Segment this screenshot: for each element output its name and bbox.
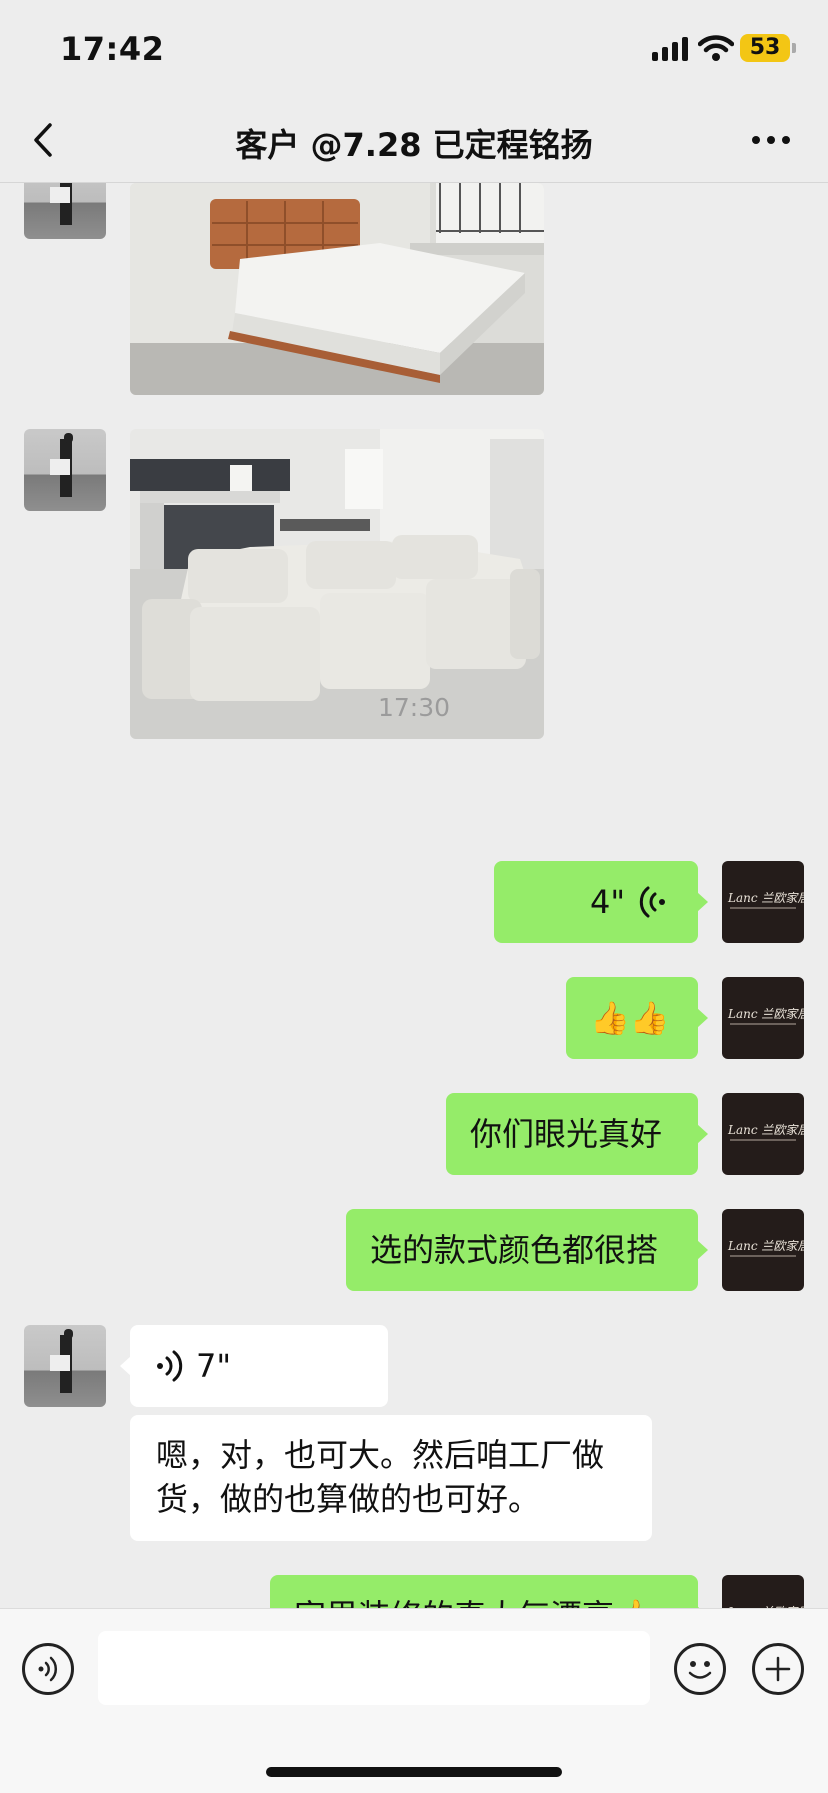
home-indicator[interactable] — [266, 1767, 562, 1777]
customer-avatar[interactable] — [24, 1325, 106, 1407]
more-dots-icon[interactable] — [752, 136, 792, 146]
shop-logo: Lanc 兰欧家居 — [728, 891, 804, 905]
customer-avatar[interactable] — [24, 429, 106, 511]
emoji-icon[interactable] — [674, 1643, 726, 1695]
status-bar: 17:42 53 — [0, 0, 828, 96]
plus-icon[interactable] — [752, 1643, 804, 1695]
message-text: 你们眼光真好 — [470, 1115, 663, 1153]
message-text: 选的款式颜色都很搭 — [370, 1231, 659, 1269]
voice-icon[interactable] — [22, 1643, 74, 1695]
bubble-tail — [697, 1124, 708, 1144]
emoji-message-out[interactable]: 👍👍 — [566, 977, 698, 1059]
shop-avatar[interactable]: Lanc 兰欧家居 — [722, 1209, 804, 1291]
shop-logo: Lanc 兰欧家居 — [728, 1123, 804, 1137]
voice-wave-icon — [639, 886, 665, 918]
shop-avatar[interactable]: Lanc 兰欧家居 — [722, 861, 804, 943]
chat-timestamp: 17:30 — [377, 693, 451, 722]
input-bar — [0, 1608, 828, 1793]
status-time: 17:42 — [60, 30, 165, 68]
bubble-tail — [697, 892, 708, 912]
logo-divider — [730, 1139, 796, 1141]
voice-message-out[interactable]: 4" — [494, 861, 698, 943]
message-text: 家里装修的真大气漂亮👍 — [294, 1597, 654, 1608]
signal-icon — [652, 37, 692, 61]
bed-photo[interactable] — [130, 183, 544, 395]
battery-indicator: 53 — [740, 34, 790, 62]
shop-logo: Lanc 兰欧家居 — [728, 1007, 804, 1021]
text-message-in[interactable]: 嗯，对，也可大。然后咱工厂做货，做的也算做的也可好。 — [130, 1415, 652, 1541]
shop-logo: Lanc 兰欧家居 — [728, 1239, 804, 1253]
customer-avatar[interactable] — [24, 183, 106, 239]
text-message-out[interactable]: 你们眼光真好 — [446, 1093, 698, 1175]
chat-header: 客户 @7.28 已定程铭扬 — [0, 96, 828, 183]
logo-divider — [730, 907, 796, 909]
chat-area[interactable]: 17:30 4" Lanc 兰欧家居 👍👍 Lanc 兰欧家居 你们眼光真好 L… — [0, 183, 828, 1608]
message-input[interactable] — [98, 1631, 650, 1705]
text-message-out[interactable]: 选的款式颜色都很搭 — [346, 1209, 698, 1291]
voice-duration: 7" — [196, 1347, 232, 1385]
shop-avatar[interactable]: Lanc 兰欧家居 — [722, 1093, 804, 1175]
message-text: 嗯，对，也可大。然后咱工厂做货，做的也算做的也可好。 — [156, 1436, 605, 1518]
chevron-left-icon[interactable] — [30, 122, 60, 158]
logo-divider — [730, 1023, 796, 1025]
bubble-tail — [697, 1240, 708, 1260]
shop-avatar[interactable]: Lanc 兰欧家居 — [722, 1575, 804, 1608]
thumbs-up-emoji: 👍👍 — [590, 999, 670, 1037]
battery-tip — [792, 43, 796, 53]
bubble-tail — [697, 1008, 708, 1028]
logo-divider — [730, 1255, 796, 1257]
voice-message-in[interactable]: 7" — [130, 1325, 388, 1407]
text-message-out[interactable]: 家里装修的真大气漂亮👍 — [270, 1575, 698, 1608]
voice-duration: 4" — [590, 883, 626, 921]
wifi-icon — [698, 35, 734, 61]
shop-avatar[interactable]: Lanc 兰欧家居 — [722, 977, 804, 1059]
voice-wave-icon — [157, 1350, 183, 1382]
chat-title: 客户 @7.28 已定程铭扬 — [235, 126, 593, 164]
